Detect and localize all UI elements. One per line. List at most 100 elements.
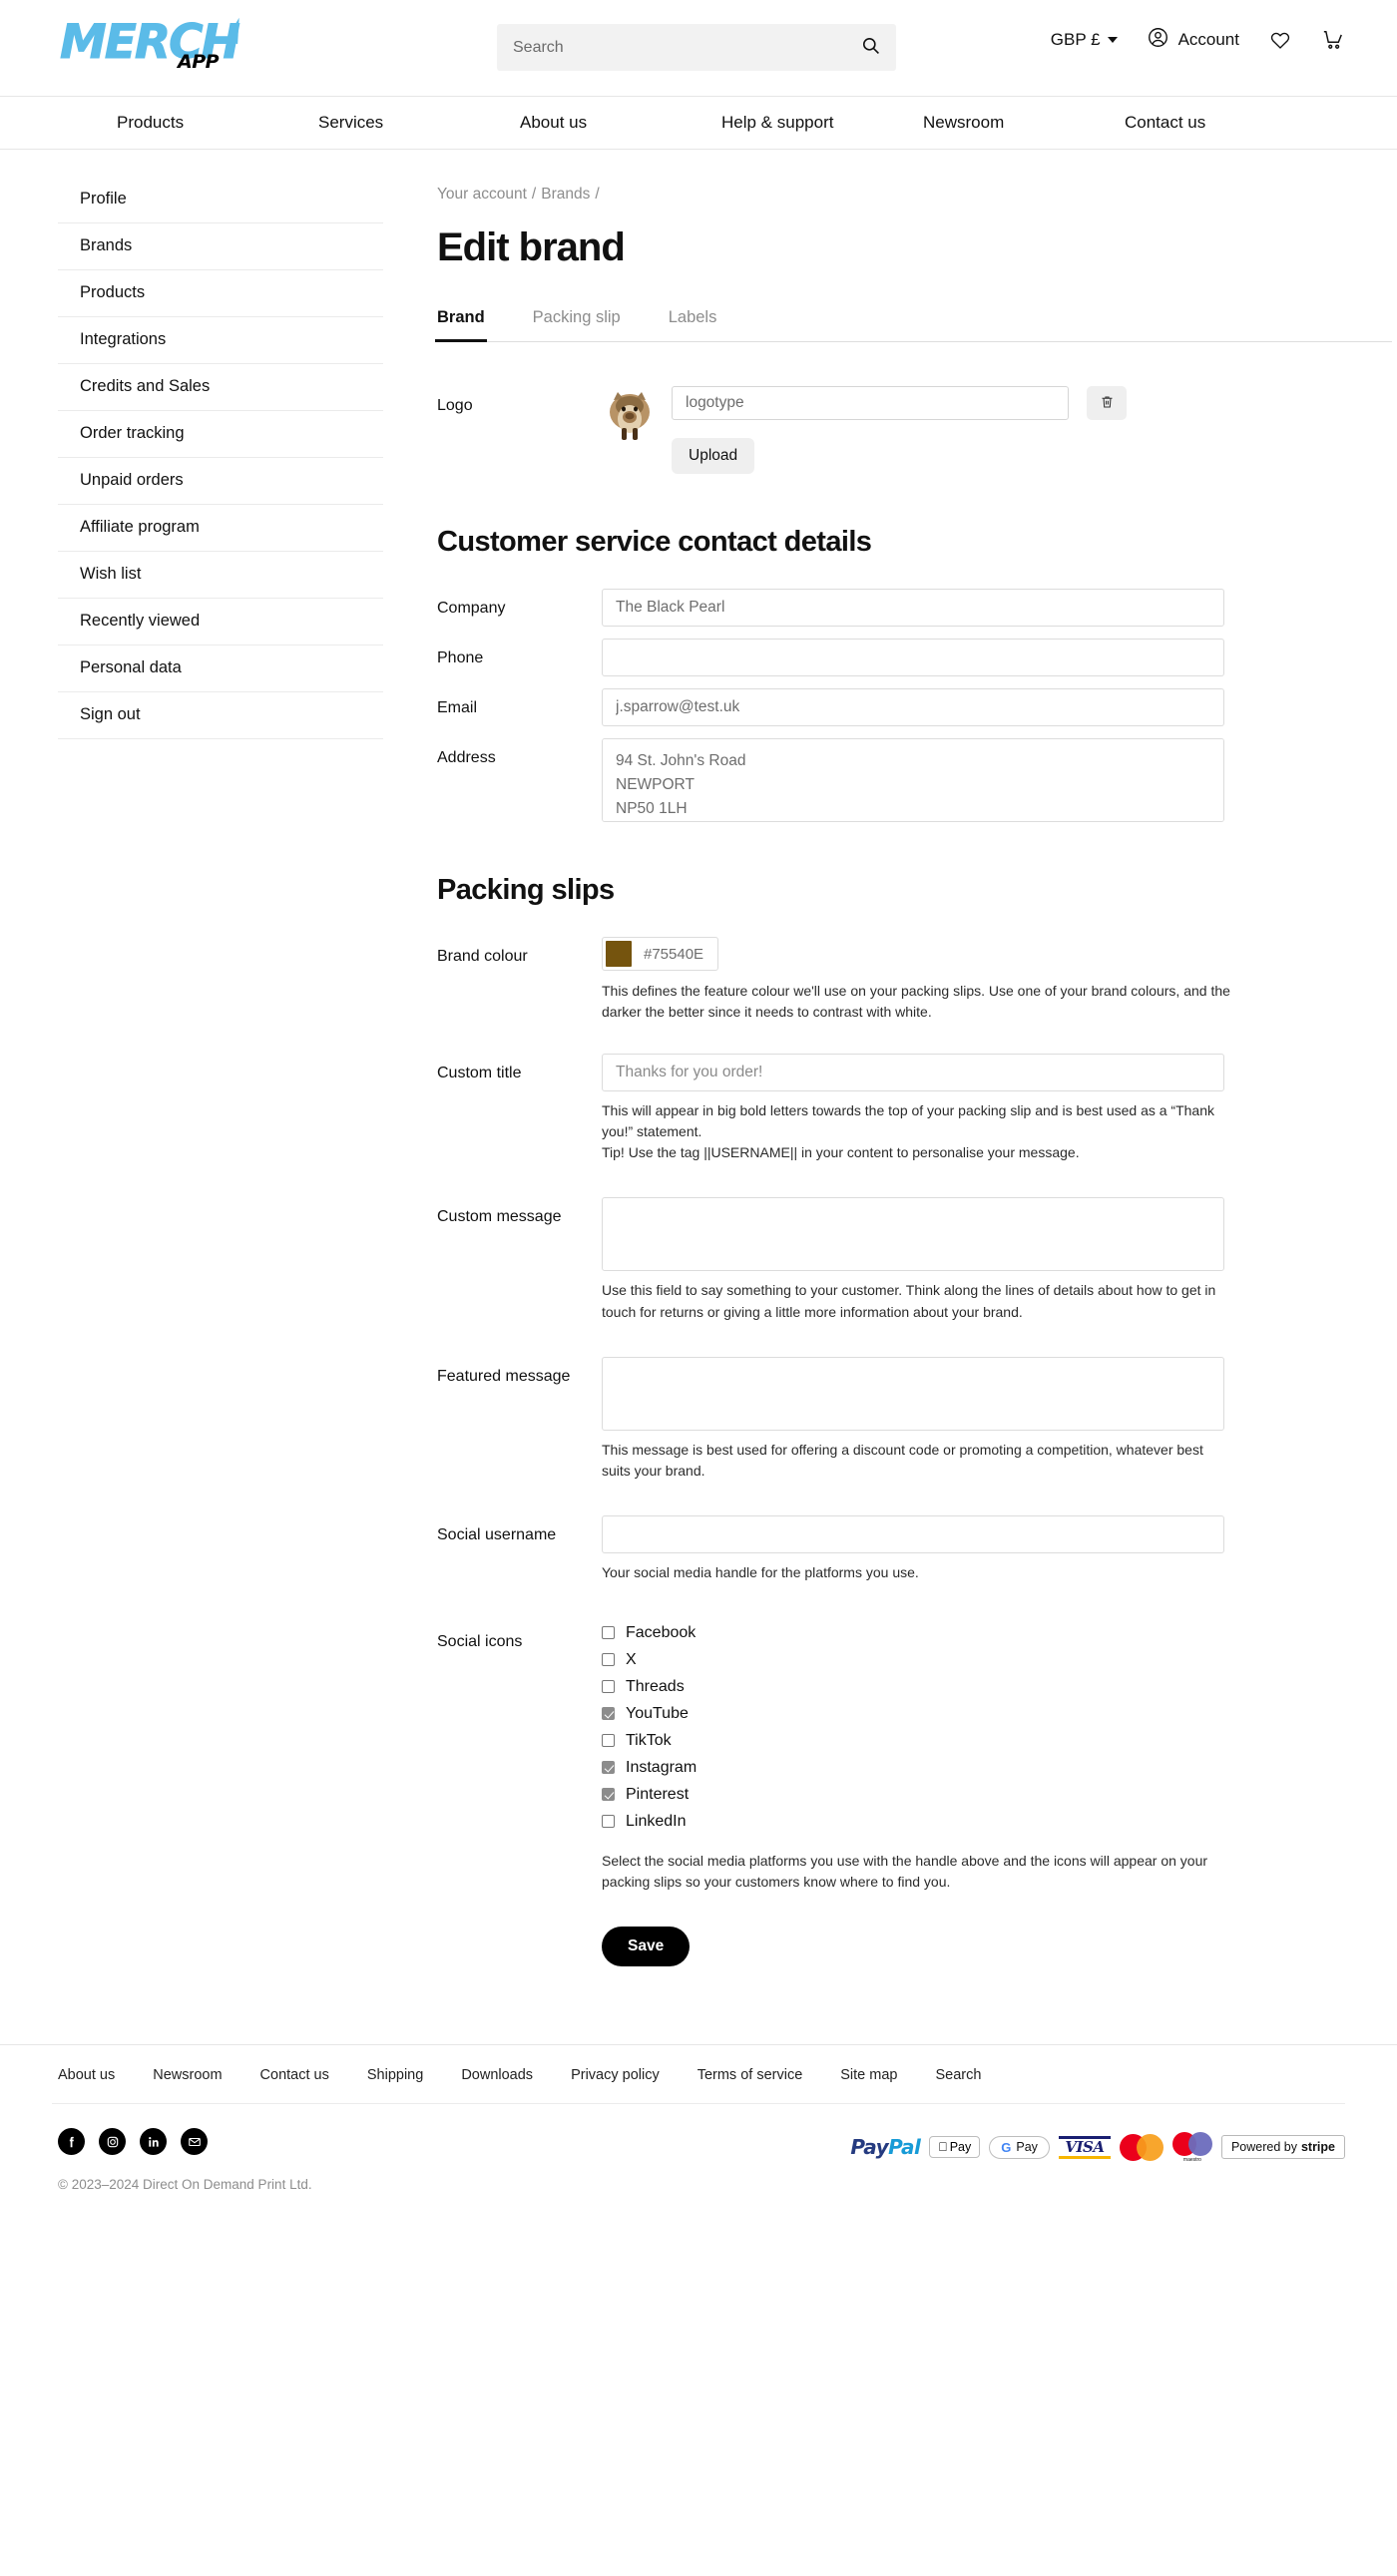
checkbox-pinterest[interactable]: Pinterest <box>602 1786 1341 1804</box>
logo-subwordmark: APP <box>178 51 220 73</box>
sidebar-item-order-tracking[interactable]: Order tracking <box>58 411 383 458</box>
cart-icon[interactable] <box>1321 29 1345 51</box>
nav-item-services[interactable]: Services <box>318 113 383 133</box>
phone-label: Phone <box>437 649 484 666</box>
featured-message-textarea[interactable] <box>602 1356 1224 1431</box>
sidebar-item-recently-viewed[interactable]: Recently viewed <box>58 599 383 645</box>
instagram-icon[interactable] <box>99 2128 126 2156</box>
email-row: Email <box>437 688 1341 726</box>
sidebar-item-affiliate-program[interactable]: Affiliate program <box>58 505 383 552</box>
company-label: Company <box>437 600 506 617</box>
trash-icon <box>1100 394 1115 413</box>
custom-title-help-2: Tip! Use the tag ||USERNAME|| in your co… <box>602 1144 1080 1161</box>
nav-item-help-support[interactable]: Help & support <box>721 113 833 133</box>
brand-colour-picker[interactable]: #75540E <box>602 937 719 971</box>
nav-item-contact-us[interactable]: Contact us <box>1125 113 1205 133</box>
email-icon[interactable] <box>181 2128 208 2156</box>
checkbox-linkedin-box[interactable] <box>602 1815 615 1829</box>
nav-item-products[interactable]: Products <box>117 113 184 133</box>
nav-item-newsroom[interactable]: Newsroom <box>923 113 1004 133</box>
tab-labels[interactable]: Labels <box>669 308 717 341</box>
footer-link-site-map[interactable]: Site map <box>840 2067 897 2083</box>
account-link[interactable]: Account <box>1148 27 1239 53</box>
save-button[interactable]: Save <box>602 1927 691 1967</box>
header-actions: GBP £ Account <box>1051 27 1345 53</box>
sidebar-item-products[interactable]: Products <box>58 270 383 317</box>
checkbox-instagram-box[interactable] <box>602 1761 615 1775</box>
checkbox-facebook-label: Facebook <box>626 1623 697 1641</box>
currency-selector[interactable]: GBP £ <box>1051 30 1118 50</box>
checkbox-pinterest-box[interactable] <box>602 1788 615 1802</box>
footer-link-privacy-policy[interactable]: Privacy policy <box>571 2067 660 2083</box>
featured-message-row: Featured message This message is best us… <box>437 1356 1341 1483</box>
upload-logo-button[interactable]: Upload <box>672 438 755 474</box>
social-username-input[interactable] <box>602 1515 1224 1554</box>
brand-colour-label: Brand colour <box>437 948 528 965</box>
footer-link-shipping[interactable]: Shipping <box>367 2067 423 2083</box>
email-label: Email <box>437 699 478 716</box>
footer-link-newsroom[interactable]: Newsroom <box>153 2067 222 2083</box>
search-icon[interactable] <box>861 36 880 60</box>
tab-brand[interactable]: Brand <box>435 308 487 342</box>
breadcrumb-separator: / <box>531 186 537 203</box>
checkbox-tiktok[interactable]: TikTok <box>602 1732 1341 1750</box>
stripe-icon: Powered by stripe <box>1220 2135 1345 2160</box>
delete-logo-button[interactable] <box>1087 386 1127 420</box>
visa-icon: VISA <box>1058 2135 1111 2159</box>
breadcrumb-item-your-account[interactable]: Your account <box>437 186 527 203</box>
site-logo[interactable]: MERCH APP <box>60 15 269 79</box>
footer-link-about-us[interactable]: About us <box>58 2067 115 2083</box>
footer-link-downloads[interactable]: Downloads <box>461 2067 533 2083</box>
phone-input[interactable] <box>602 639 1224 676</box>
sidebar-item-brands[interactable]: Brands <box>58 223 383 270</box>
checkbox-facebook[interactable]: Facebook <box>602 1624 1341 1642</box>
checkbox-facebook-box[interactable] <box>602 1626 615 1640</box>
facebook-icon[interactable] <box>58 2128 85 2156</box>
custom-message-textarea[interactable] <box>602 1197 1224 1272</box>
checkbox-linkedin[interactable]: LinkedIn <box>602 1813 1341 1831</box>
custom-message-label: Custom message <box>437 1197 602 1323</box>
checkbox-youtube[interactable]: YouTube <box>602 1705 1341 1723</box>
footer-link-contact-us[interactable]: Contact us <box>260 2067 329 2083</box>
search-input[interactable] <box>513 38 861 57</box>
logo-row: Logo logotype Upload <box>437 386 1341 474</box>
currency-label: GBP £ <box>1050 30 1101 49</box>
sidebar-item-profile[interactable]: Profile <box>58 186 383 223</box>
social-username-help: Your social media handle for the platfor… <box>602 1564 919 1581</box>
linkedin-icon[interactable] <box>140 2128 167 2156</box>
checkbox-threads[interactable]: Threads <box>602 1678 1341 1696</box>
footer-bottom: © 2023–2024 Direct On Demand Print Ltd. … <box>52 2104 1345 2218</box>
checkbox-youtube-label: YouTube <box>626 1704 689 1722</box>
sidebar-item-integrations[interactable]: Integrations <box>58 317 383 364</box>
email-input[interactable] <box>602 688 1224 726</box>
sidebar-item-sign-out[interactable]: Sign out <box>58 692 383 739</box>
heart-icon[interactable] <box>1269 30 1291 51</box>
checkbox-tiktok-box[interactable] <box>602 1734 615 1748</box>
footer-link-terms-of-service[interactable]: Terms of service <box>698 2067 803 2083</box>
search-box[interactable] <box>497 24 896 71</box>
checkbox-threads-box[interactable] <box>602 1680 615 1694</box>
sidebar-item-credits-and-sales[interactable]: Credits and Sales <box>58 364 383 411</box>
custom-title-row: Custom title This will appear in big bol… <box>437 1053 1341 1164</box>
tab-packing-slip[interactable]: Packing slip <box>533 308 621 341</box>
company-input[interactable] <box>602 589 1224 627</box>
social-username-label-text: Social username <box>437 1526 557 1544</box>
sidebar-item-wish-list[interactable]: Wish list <box>58 552 383 599</box>
checkbox-x[interactable]: X <box>602 1651 1341 1669</box>
sidebar-item-unpaid-orders[interactable]: Unpaid orders <box>58 458 383 505</box>
boar-avatar-icon <box>610 392 650 440</box>
account-label: Account <box>1177 30 1239 49</box>
logo-label: Logo <box>437 397 473 414</box>
footer-link-search[interactable]: Search <box>936 2067 982 2083</box>
checkbox-instagram[interactable]: Instagram <box>602 1759 1341 1777</box>
brand-colour-swatch[interactable] <box>606 941 632 967</box>
checkbox-x-box[interactable] <box>602 1653 615 1667</box>
breadcrumb-item-brands[interactable]: Brands <box>541 186 590 203</box>
logo-filename-input[interactable] <box>672 386 1069 420</box>
sidebar-item-personal-data[interactable]: Personal data <box>58 645 383 692</box>
address-textarea[interactable] <box>602 738 1224 822</box>
checkbox-youtube-box[interactable] <box>602 1707 615 1721</box>
nav-item-about-us[interactable]: About us <box>520 113 587 133</box>
custom-title-input[interactable] <box>602 1053 1224 1091</box>
checkbox-linkedin-label: LinkedIn <box>626 1812 687 1830</box>
